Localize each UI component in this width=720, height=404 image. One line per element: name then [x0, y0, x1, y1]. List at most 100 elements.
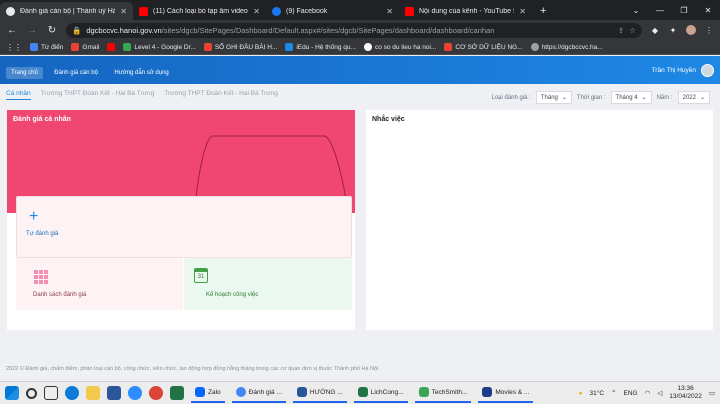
tab-personal[interactable]: Cá nhân	[6, 90, 31, 100]
task-view-icon[interactable]	[44, 386, 58, 400]
chevron-up-icon[interactable]: ⌃	[611, 389, 616, 397]
movies-icon	[482, 387, 493, 397]
close-icon[interactable]: ✕	[120, 7, 127, 16]
nav-staff-evaluation[interactable]: Đánh giá cán bộ	[49, 67, 103, 79]
user-name: Trần Thị Huyền	[651, 66, 696, 74]
taskbar-app[interactable]: Movies & ...	[478, 384, 534, 403]
page-footer: 2022 © Đánh giá, chấm điểm, phân loại cá…	[6, 366, 379, 372]
browser-tab[interactable]: Nội dung của kênh - YouTube St ✕	[399, 2, 532, 20]
close-icon[interactable]: ✕	[253, 7, 260, 16]
filters: Loại đánh giá : Tháng ⌄ Thời gian : Tháng…	[491, 91, 710, 104]
work-plan-label: Kế hoạch công việc	[206, 292, 259, 298]
address-bar[interactable]: 🔒 dgcbccvc.hanoi.gov.vn/sites/dgcb/SiteP…	[66, 22, 642, 38]
avatar[interactable]	[701, 63, 714, 77]
bookmark-item[interactable]: Từ điển	[30, 43, 63, 51]
forward-icon[interactable]: →	[26, 25, 38, 36]
browser-tab[interactable]: Đánh giá cán bộ | Thành uỷ Hà N ✕	[0, 2, 133, 20]
youtube-icon	[107, 43, 116, 51]
globe-icon	[6, 6, 15, 16]
star-icon[interactable]: ☆	[629, 26, 636, 35]
close-icon[interactable]: ✕	[386, 7, 393, 16]
work-plan-tile[interactable]: 31 Kế hoạch công việc	[184, 258, 352, 310]
menu-icon[interactable]: ⋮	[704, 25, 714, 35]
lock-icon[interactable]: 🔒	[72, 26, 81, 35]
card-title: Nhắc việc	[372, 116, 405, 123]
volume-icon[interactable]: ◁	[657, 389, 662, 397]
browser-tab[interactable]: (11) Cách loại bỏ tạp âm video b ✕	[133, 2, 266, 20]
close-icon[interactable]: ✕	[519, 7, 526, 16]
excel-icon[interactable]	[170, 386, 184, 400]
chevron-down-icon: ⌄	[641, 95, 647, 101]
evaluation-list-tile[interactable]: Danh sách đánh giá	[16, 258, 183, 310]
taskbar-app[interactable]: HƯỚNG ...	[292, 384, 347, 403]
bookmark-icon	[285, 43, 294, 51]
card-title: Đánh giá cá nhân	[13, 116, 71, 123]
browser-tabstrip: Đánh giá cán bộ | Thành uỷ Hà N ✕ (11) C…	[0, 0, 720, 20]
self-evaluate-tile[interactable]: + Tự đánh giá	[16, 196, 352, 258]
extension-icon[interactable]: ◆	[650, 25, 660, 35]
month-select[interactable]: Tháng 4 ⌄	[610, 91, 652, 104]
maximize-icon[interactable]: ❐	[672, 0, 696, 20]
minimize-icon[interactable]: —	[648, 0, 672, 20]
language-indicator[interactable]: ENG	[624, 390, 638, 397]
window-controls: ⌄ — ❐ ✕	[624, 0, 720, 20]
back-icon[interactable]: ←	[6, 25, 18, 36]
browser-tab[interactable]: (9) Facebook ✕	[266, 2, 399, 20]
bookmark-icon	[30, 43, 38, 51]
profile-icon[interactable]	[686, 25, 696, 35]
wifi-icon[interactable]: ◠	[645, 389, 651, 397]
word-icon[interactable]	[107, 386, 121, 400]
weather-icon[interactable]: ●	[579, 390, 583, 397]
youtube-icon	[139, 6, 148, 16]
user-menu[interactable]: Trần Thị Huyền	[651, 63, 714, 77]
new-tab-button[interactable]: +	[532, 2, 554, 20]
bookmark-item[interactable]: iEdu - Hệ thống qu...	[285, 43, 356, 51]
eval-type-select[interactable]: Tháng ⌄	[535, 91, 572, 104]
bookmark-item[interactable]: Level 4 - Google Dr...	[123, 43, 196, 51]
windows-start-icon[interactable]	[5, 386, 19, 400]
bookmark-item[interactable]: CƠ SỞ DỮ LIỆU NG...	[444, 43, 523, 51]
taskbar-app[interactable]: Zalo	[191, 384, 225, 403]
share-icon[interactable]: ⇪	[618, 26, 624, 35]
taskbar-app[interactable]: LichCong...	[353, 384, 408, 403]
excel-icon	[357, 387, 368, 397]
close-window-icon[interactable]: ✕	[696, 0, 720, 20]
bookmark-icon	[203, 43, 212, 51]
nav-user-guide[interactable]: Hướng dẫn sử dụng	[109, 67, 173, 79]
edge-icon[interactable]	[65, 386, 79, 400]
browser-toolbar: ← → ↻ 🔒 dgcbccvc.hanoi.gov.vn/sites/dgcb…	[0, 20, 720, 40]
explorer-icon[interactable]	[86, 386, 100, 400]
evaluation-list-label: Danh sách đánh giá	[33, 292, 87, 298]
gmail-icon	[71, 43, 80, 51]
clock[interactable]: 13:36 13/04/2022	[669, 385, 702, 401]
dashboard-tabs: Cá nhân Trường THPT Đoàn Kết - Hai Bà Tr…	[6, 90, 278, 100]
reminders-card: Nhắc việc	[366, 110, 713, 330]
apps-icon[interactable]: ⋮⋮	[6, 43, 22, 52]
nav-home[interactable]: Trang chủ	[6, 67, 43, 79]
youtube-icon	[405, 6, 414, 16]
bookmark-item[interactable]: co so du lieu ha noi...	[363, 43, 436, 51]
url-host: dgcbccvc.hanoi.gov.vn	[86, 25, 162, 35]
search-icon[interactable]	[26, 387, 37, 399]
url-path: /sites/dgcb/SitePages/Dashboard/Default.…	[161, 25, 495, 35]
tab-search-icon[interactable]: ⌄	[624, 0, 648, 20]
personal-evaluation-card: Đánh giá cá nhân + Tự đánh giá Danh sách…	[7, 110, 355, 330]
taskbar-app[interactable]: Đánh giá ...	[231, 384, 286, 403]
tab-school-2[interactable]: Trường THPT Đoàn Kết - Hai Bà Trưng	[164, 90, 278, 100]
bookmark-item[interactable]: https://dgcbccvc.ha...	[530, 43, 603, 51]
temperature[interactable]: 31°C	[590, 390, 605, 397]
notification-icon[interactable]: ▭	[709, 389, 715, 397]
bookmark-item[interactable]: SỔ GHI ĐẦU BÀI H...	[203, 43, 277, 51]
bookmark-item[interactable]: Gmail	[71, 43, 99, 51]
bookmark-item[interactable]	[107, 43, 116, 51]
puzzle-icon[interactable]: ✦	[668, 25, 678, 35]
plus-icon: +	[29, 208, 39, 225]
tab-title: Nội dung của kênh - YouTube St	[419, 7, 515, 15]
chrome-icon[interactable]	[149, 386, 163, 400]
zoom-icon[interactable]	[128, 386, 142, 400]
reload-icon[interactable]: ↻	[46, 25, 58, 36]
tab-school[interactable]: Trường THPT Đoàn Kết - Hai Bà Trưng	[41, 90, 155, 100]
taskbar-app[interactable]: TechSmith...	[414, 384, 472, 403]
year-select[interactable]: 2022 ⌄	[677, 91, 710, 104]
techsmith-icon	[418, 387, 429, 397]
